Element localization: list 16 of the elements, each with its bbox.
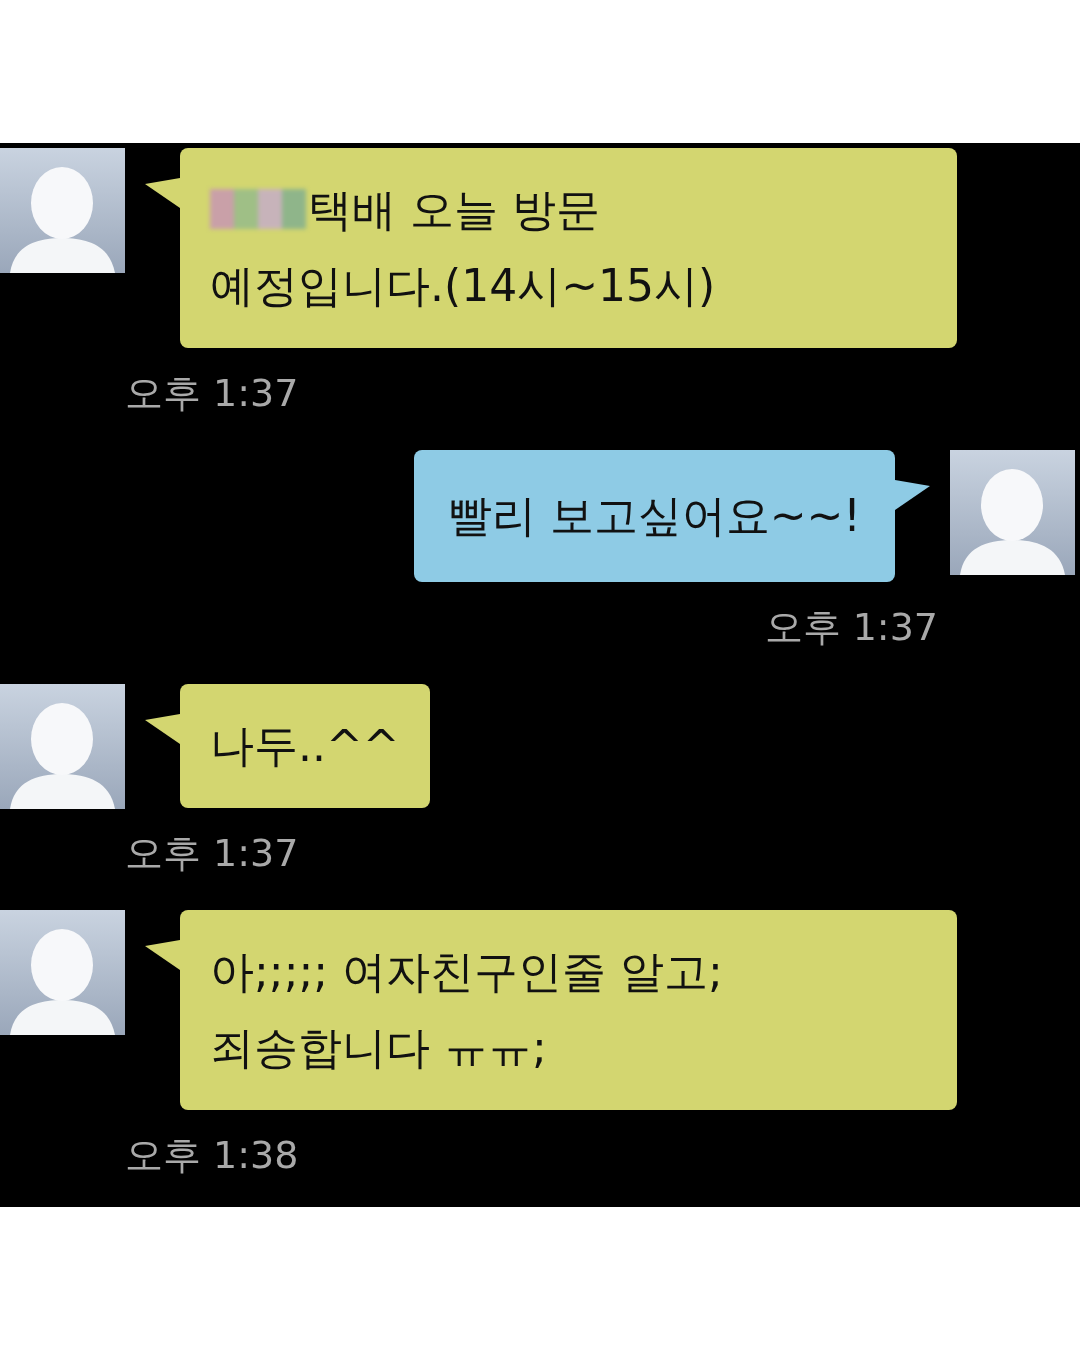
bubble-tail — [145, 714, 180, 744]
avatar-icon — [950, 450, 1075, 575]
bubble-tail — [895, 480, 930, 510]
message-bubble: 나두..^^ — [180, 684, 430, 808]
timestamp: 오후 1:37 — [125, 370, 299, 416]
avatar-icon — [0, 148, 125, 273]
timestamp: 오후 1:37 — [764, 604, 938, 650]
message-bubble: 아;;;;; 여자친구인줄 알고; 죄송합니다 ㅠㅠ; — [180, 910, 957, 1110]
message-bubble: 빨리 보고싶어요~~! — [413, 450, 895, 582]
timestamp: 오후 1:37 — [125, 830, 299, 876]
avatar-icon — [0, 910, 125, 1035]
message-bubble: 택배 오늘 방문 예정입니다.(14시~15시) — [180, 148, 957, 348]
avatar-icon — [0, 684, 125, 809]
timestamp: 오후 1:38 — [125, 1132, 299, 1178]
bubble-tail — [145, 940, 180, 970]
bubble-tail — [145, 178, 180, 208]
